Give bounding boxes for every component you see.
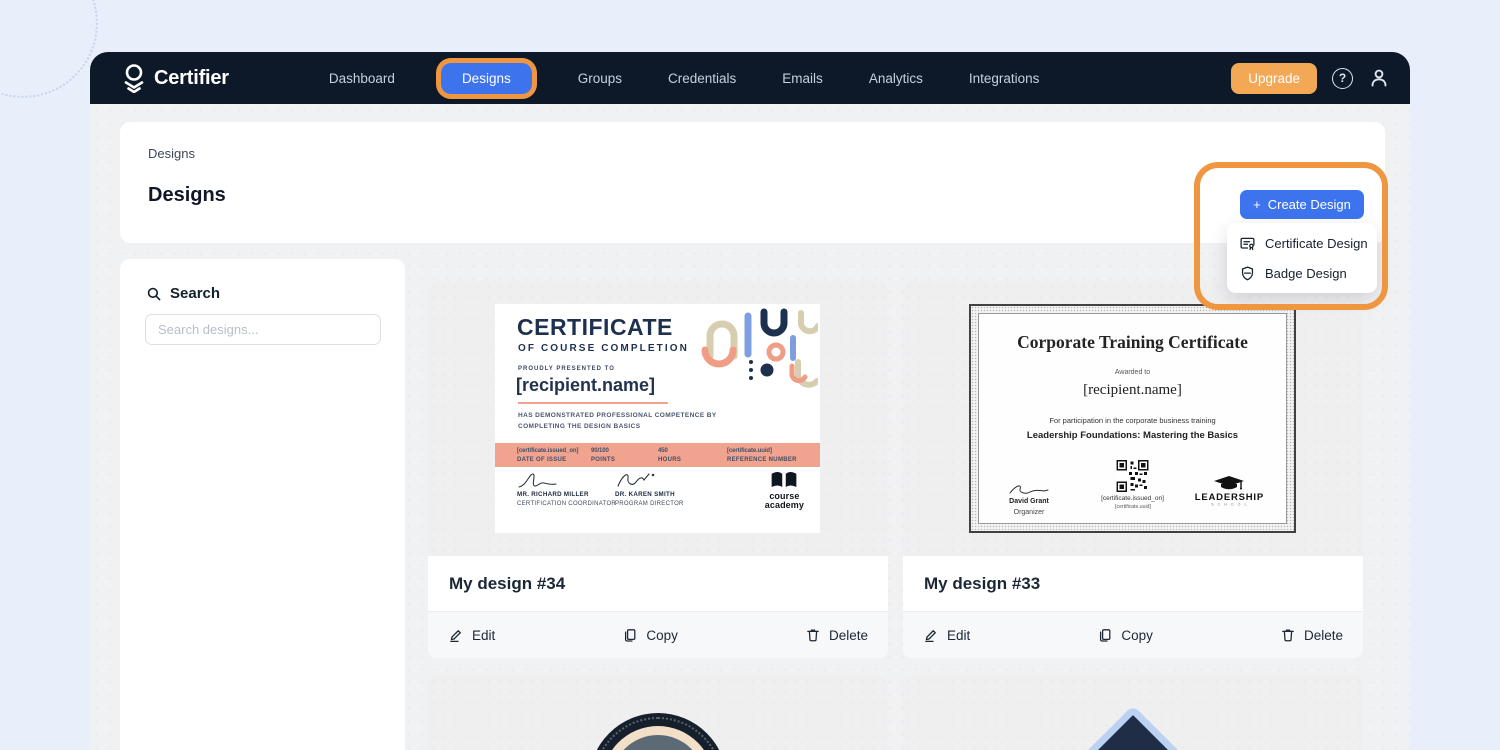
search-heading: Search <box>146 285 220 302</box>
diamond-badge-preview <box>1065 705 1201 750</box>
background-arc-decoration <box>0 0 98 98</box>
menu-item-badge-design[interactable]: Badge Design <box>1227 258 1377 288</box>
decorative-shapes <box>700 308 818 400</box>
nav-item-emails[interactable]: Emails <box>782 71 823 86</box>
nav-item-analytics[interactable]: Analytics <box>869 71 923 86</box>
copy-icon <box>1097 627 1113 643</box>
signature-glyph <box>1007 482 1051 497</box>
navbar-right: Upgrade ? <box>1231 63 1390 94</box>
search-icon <box>146 286 162 302</box>
nav-item-integrations[interactable]: Integrations <box>969 71 1040 86</box>
menu-item-certificate-design[interactable]: Certificate Design <box>1227 228 1377 258</box>
create-design-label: Create Design <box>1268 197 1351 212</box>
design-preview-badge[interactable] <box>428 676 888 750</box>
design-preview-diamond[interactable] <box>903 676 1363 750</box>
help-icon[interactable]: ? <box>1332 68 1353 89</box>
page-header-card: Designs Designs <box>120 122 1385 243</box>
design-actions: Edit Copy D <box>903 611 1363 658</box>
graduation-cap-icon <box>1206 474 1252 491</box>
signatory: David Grant Organizer <box>1007 482 1051 518</box>
round-badge-preview <box>589 713 727 750</box>
cert-meta-bar: [certificate.issued_on] DATE OF ISSUE 90… <box>495 443 820 467</box>
cert-subtitle: OF COURSE COMPLETION <box>518 343 689 354</box>
cert-underline <box>518 402 668 404</box>
certifier-logo-icon <box>122 63 146 93</box>
copy-button[interactable]: Copy <box>622 627 678 643</box>
cert-title: Corporate Training Certificate <box>979 332 1286 353</box>
meta-hours: 450 HOURS <box>658 447 681 465</box>
design-card: CERTIFICATE OF COURSE COMPLETION PROUDLY… <box>428 281 888 658</box>
meta-points: 90/100 POINTS <box>591 447 615 465</box>
copy-icon <box>622 627 638 643</box>
meta-reference: [certificate.uuid] REFERENCE NUMBER <box>727 447 797 465</box>
create-design-dropdown: Certificate Design Badge Design <box>1227 223 1377 293</box>
user-account-icon[interactable] <box>1368 67 1390 89</box>
signature-glyph <box>517 470 565 490</box>
nav-item-designs-active[interactable]: Designs <box>441 63 532 94</box>
search-sidebar: Search <box>120 259 405 750</box>
search-input[interactable] <box>145 314 381 345</box>
brand-name: Certifier <box>154 67 229 90</box>
design-preview-34[interactable]: CERTIFICATE OF COURSE COMPLETION PROUDLY… <box>428 281 888 556</box>
delete-icon <box>805 627 821 643</box>
cert-course: Leadership Foundations: Mastering the Ba… <box>979 430 1286 441</box>
certificate-corporate-preview: Corporate Training Certificate Awarded t… <box>969 304 1296 533</box>
cert-awarded: Awarded to <box>979 369 1286 376</box>
menu-item-label: Certificate Design <box>1265 236 1368 251</box>
edit-button[interactable]: Edit <box>923 627 970 643</box>
edit-button[interactable]: Edit <box>448 627 495 643</box>
design-title: My design #33 <box>924 574 1040 594</box>
nav-item-credentials[interactable]: Credentials <box>668 71 736 86</box>
edit-icon <box>448 627 464 643</box>
page-title: Designs <box>148 184 226 207</box>
search-title: Search <box>170 285 220 302</box>
cert-recipient: [recipient.name] <box>516 375 655 396</box>
copy-button[interactable]: Copy <box>1097 627 1153 643</box>
delete-button[interactable]: Delete <box>1280 627 1343 643</box>
app-window: Certifier Dashboard Designs Groups Crede… <box>90 52 1410 750</box>
nav-items: Dashboard Designs Groups Credentials Ema… <box>329 63 1040 94</box>
nav-item-groups[interactable]: Groups <box>578 71 622 86</box>
menu-item-label: Badge Design <box>1265 266 1347 281</box>
qr-code <box>1117 460 1149 492</box>
cert-title: CERTIFICATE <box>517 314 673 341</box>
course-academy-logo: course academy <box>765 470 804 509</box>
badge-design-icon <box>1239 265 1256 282</box>
leadership-logo: LEADERSHIP S C H O O L <box>1195 474 1264 508</box>
delete-button[interactable]: Delete <box>805 627 868 643</box>
signature-glyph <box>615 470 661 490</box>
certifier-logo[interactable]: Certifier <box>122 63 229 93</box>
plus-icon: + <box>1253 197 1261 212</box>
design-title: My design #34 <box>449 574 565 594</box>
design-actions: Edit Copy D <box>428 611 888 658</box>
top-navbar: Certifier Dashboard Designs Groups Crede… <box>90 52 1410 104</box>
design-card <box>903 676 1363 750</box>
cert-recipient: [recipient.name] <box>979 382 1286 399</box>
delete-icon <box>1280 627 1296 643</box>
meta-date: [certificate.issued_on] DATE OF ISSUE <box>517 447 578 465</box>
cert-description: HAS DEMONSTRATED PROFESSIONAL COMPETENCE… <box>518 410 718 433</box>
signatory-2: DR. KAREN SMITH PROGRAM DIRECTOR <box>615 470 684 509</box>
certificate-design-icon <box>1239 235 1256 252</box>
cert-presented: PROUDLY PRESENTED TO <box>518 366 615 372</box>
upgrade-button[interactable]: Upgrade <box>1231 63 1317 94</box>
design-preview-33[interactable]: Corporate Training Certificate Awarded t… <box>903 281 1363 556</box>
design-card: Corporate Training Certificate Awarded t… <box>903 281 1363 658</box>
nav-item-dashboard[interactable]: Dashboard <box>329 71 395 86</box>
design-card <box>428 676 888 750</box>
edit-icon <box>923 627 939 643</box>
qr-block: [certificate.issued_on] [certificate.uui… <box>1101 460 1164 510</box>
create-design-button[interactable]: + Create Design <box>1240 190 1364 219</box>
certificate-completion-preview: CERTIFICATE OF COURSE COMPLETION PROUDLY… <box>495 304 820 533</box>
cert-participation: For participation in the corporate busin… <box>979 416 1286 425</box>
breadcrumb[interactable]: Designs <box>148 146 195 161</box>
book-icon <box>769 470 799 490</box>
signatory-1: MR. RICHARD MILLER CERTIFICATION COORDIN… <box>517 470 616 509</box>
